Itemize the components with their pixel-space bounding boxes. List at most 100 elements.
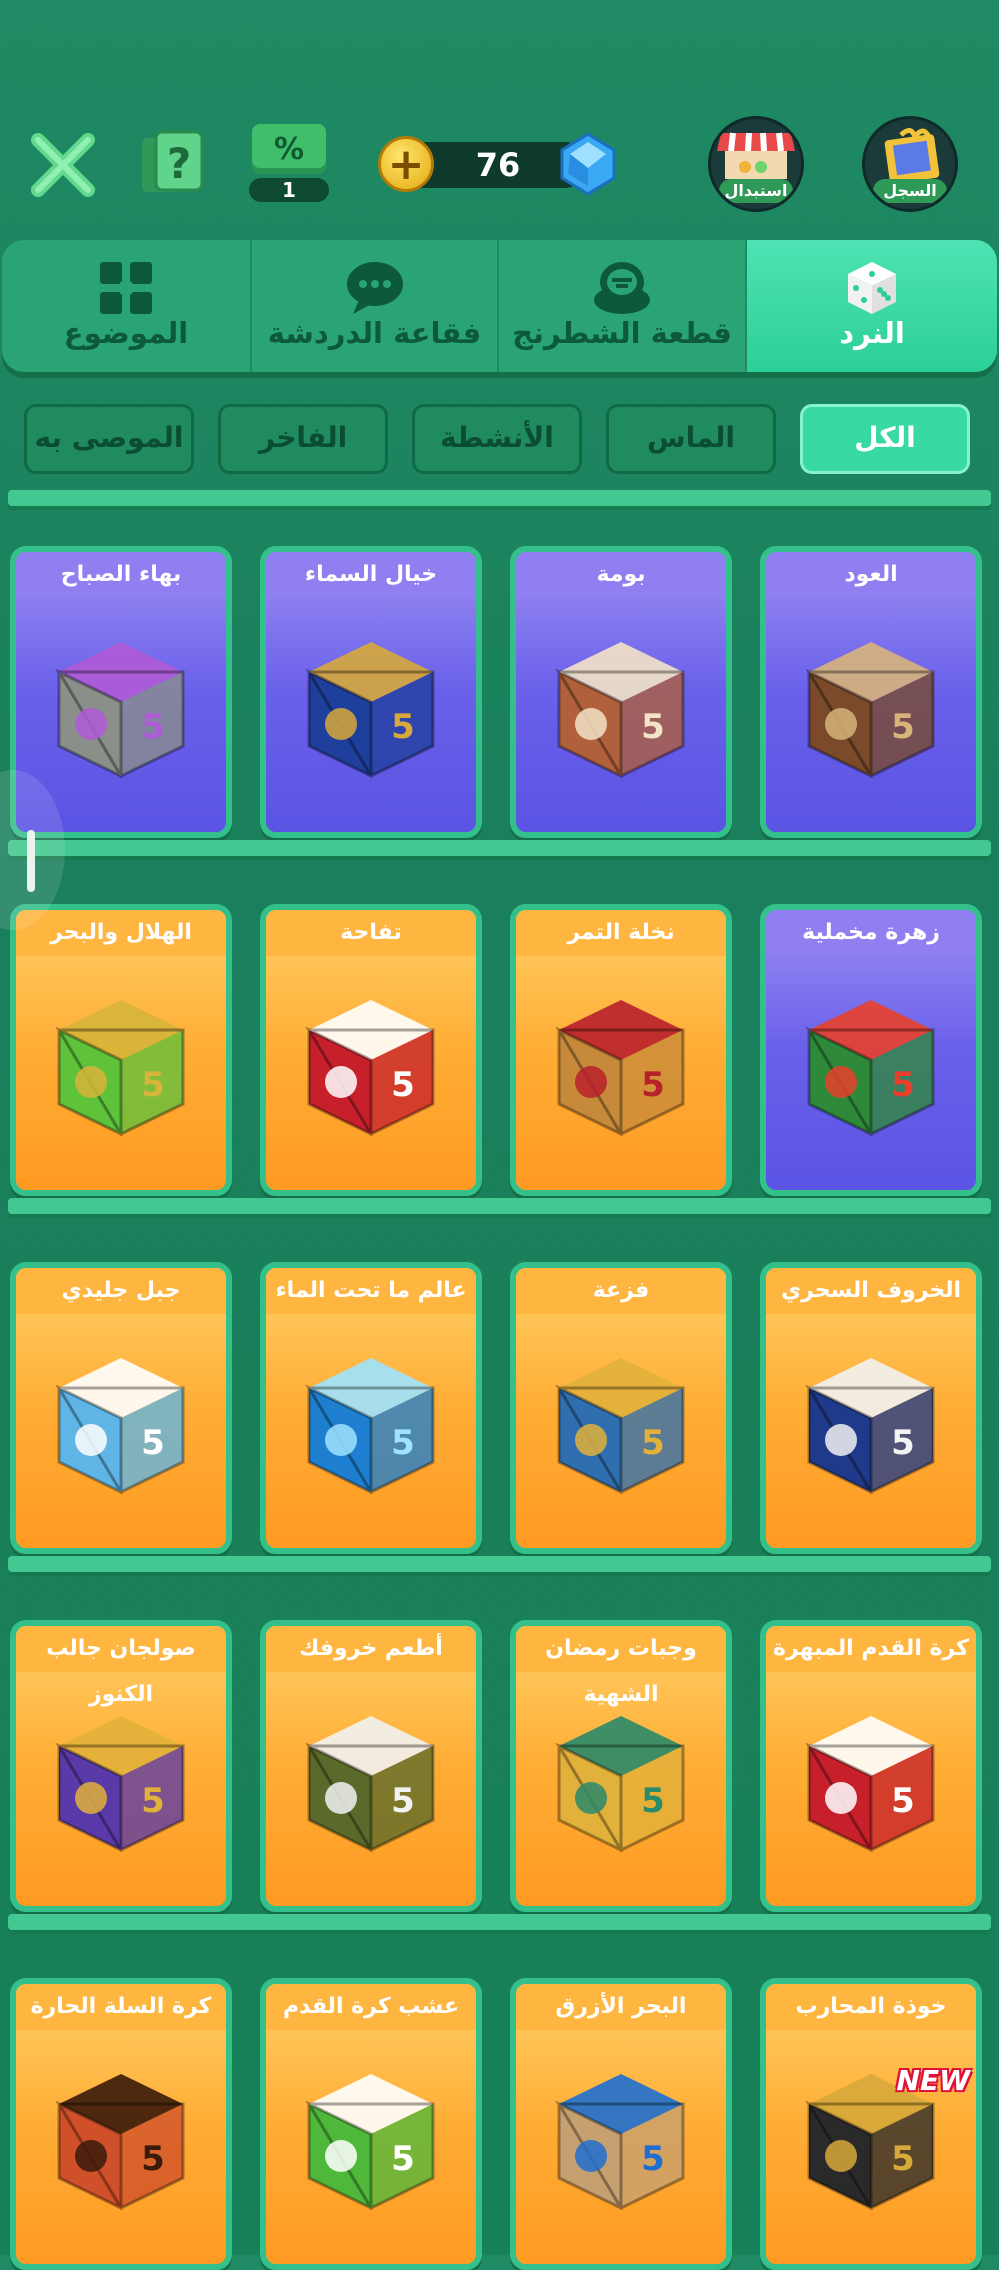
filter-all[interactable]: الكل <box>800 404 970 474</box>
svg-text:5: 5 <box>391 2139 415 2179</box>
dice-cube-icon: 5 <box>805 1716 935 1853</box>
dice-cube-icon: 5 <box>555 642 685 779</box>
filter-activities[interactable]: الأنشطة <box>412 404 582 474</box>
shelf-divider <box>8 1198 991 1214</box>
dice-card[interactable]: كرة السلة الحارة 5 <box>10 1978 232 2270</box>
dice-cube-icon: 5 <box>55 642 185 779</box>
chess-piece-icon <box>594 262 650 314</box>
dice-icon <box>848 262 896 314</box>
tab-theme[interactable]: الموضوع <box>2 240 252 372</box>
filter-luxury[interactable]: الفاخر <box>218 404 388 474</box>
dice-card-title: بهاء الصباح <box>16 552 226 598</box>
dice-cube-icon: 5 <box>305 2074 435 2211</box>
dice-card-title: الهلال والبحر <box>16 910 226 956</box>
tab-label: النرد <box>839 316 905 350</box>
tab-label: الموضوع <box>63 316 189 350</box>
dice-card[interactable]: فزعة 5 <box>510 1262 732 1554</box>
svg-text:5: 5 <box>391 1781 415 1821</box>
dice-cube-icon: 5 <box>305 642 435 779</box>
add-gems-button[interactable]: + <box>378 136 434 192</box>
dice-card-title: أطعم خروفك <box>266 1626 476 1672</box>
tab-label: قطعة الشطرنج <box>512 316 732 350</box>
svg-text:5: 5 <box>391 1423 415 1463</box>
dice-card[interactable]: تفاحة 5 <box>260 904 482 1196</box>
dice-card-title: جبل جليدي <box>16 1268 226 1314</box>
dice-card[interactable]: خيال السماء 5 <box>260 546 482 838</box>
dice-card-title: البحر الأزرق <box>516 1984 726 2030</box>
shelf-divider <box>8 1914 991 1930</box>
dice-card-title: فزعة <box>516 1268 726 1314</box>
category-tabs: الموضوع فقاعة الدردشة قطعة الشطرنج النرد <box>2 240 997 372</box>
svg-text:5: 5 <box>641 707 665 747</box>
svg-text:5: 5 <box>891 2139 915 2179</box>
dice-cube-icon: 5 <box>555 2074 685 2211</box>
coupon-count: 1 <box>249 178 329 202</box>
dice-card[interactable]: كرة القدم المبهرة 5 <box>760 1620 982 1912</box>
svg-text:5: 5 <box>641 1781 665 1821</box>
svg-text:5: 5 <box>391 707 415 747</box>
percent-ticket-icon: % <box>252 124 326 174</box>
dice-card-title: الخروف السحري <box>766 1268 976 1314</box>
tab-chat-bubble[interactable]: فقاعة الدردشة <box>252 240 499 372</box>
grid-icon <box>100 262 152 314</box>
dice-card[interactable]: عالم ما تحت الماء 5 <box>260 1262 482 1554</box>
svg-text:5: 5 <box>391 1065 415 1105</box>
dice-card[interactable]: وجبات رمضان الشهية 5 <box>510 1620 732 1912</box>
dice-card[interactable]: صولجان جالب الكنوز 5 <box>10 1620 232 1912</box>
chat-bubble-icon <box>346 262 403 314</box>
exchange-shop-button[interactable]: استبدال <box>708 116 806 214</box>
shop-label: استبدال <box>719 179 793 203</box>
dice-card[interactable]: الهلال والبحر 5 <box>10 904 232 1196</box>
filter-diamond[interactable]: الماس <box>606 404 776 474</box>
gem-balance: + 76 <box>378 132 618 196</box>
dice-card[interactable]: جبل جليدي 5 <box>10 1262 232 1554</box>
history-button[interactable]: السجل <box>862 116 960 214</box>
dice-card[interactable]: زهرة مخملية 5 <box>760 904 982 1196</box>
dice-card[interactable]: البحر الأزرق 5 <box>510 1978 732 2270</box>
dice-card[interactable]: خوذة المحارب 5 NEW <box>760 1978 982 2270</box>
shelf-divider <box>8 1556 991 1572</box>
dice-card-title: زهرة مخملية <box>766 910 976 956</box>
svg-text:5: 5 <box>641 2139 665 2179</box>
close-button[interactable] <box>28 130 98 200</box>
dice-card-title: بومة <box>516 552 726 598</box>
dice-card-title: كرة السلة الحارة <box>16 1984 226 2030</box>
dice-cube-icon: 5 <box>305 1000 435 1137</box>
top-bar: ? % 1 + 76 استبدال السجل <box>0 110 999 230</box>
filter-recommended[interactable]: الموصى به <box>24 404 194 474</box>
scrollbar[interactable] <box>27 830 35 892</box>
close-icon <box>31 133 95 197</box>
svg-text:5: 5 <box>141 2139 165 2179</box>
dice-card-title: تفاحة <box>266 910 476 956</box>
dice-card[interactable]: بومة 5 <box>510 546 732 838</box>
dice-cube-icon: 5 <box>55 2074 185 2211</box>
tab-label: فقاعة الدردشة <box>267 316 482 350</box>
dice-card-title: عالم ما تحت الماء <box>266 1268 476 1314</box>
dice-cube-icon: 5 <box>805 1000 935 1137</box>
svg-text:5: 5 <box>891 707 915 747</box>
svg-text:5: 5 <box>641 1065 665 1105</box>
help-icon: ? <box>142 130 204 192</box>
dice-cube-icon: 5 <box>305 1358 435 1495</box>
dice-card-title: صولجان جالب الكنوز <box>16 1626 226 1707</box>
dice-card[interactable]: نخلة التمر 5 <box>510 904 732 1196</box>
svg-text:5: 5 <box>141 1065 165 1105</box>
history-label: السجل <box>873 179 947 203</box>
svg-text:5: 5 <box>141 1781 165 1821</box>
dice-cube-icon: 5 <box>805 642 935 779</box>
dice-card-title: خيال السماء <box>266 552 476 598</box>
shelf-divider <box>8 840 991 856</box>
discount-coupon[interactable]: % 1 <box>249 124 329 214</box>
dice-card[interactable]: الخروف السحري 5 <box>760 1262 982 1554</box>
dice-card[interactable]: أطعم خروفك 5 <box>260 1620 482 1912</box>
help-button[interactable]: ? <box>140 130 204 200</box>
dice-cube-icon: 5 <box>555 1716 685 1853</box>
filter-bar: الموصى به الفاخر الأنشطة الماس الكل <box>0 404 999 474</box>
dice-card[interactable]: عشب كرة القدم 5 <box>260 1978 482 2270</box>
dice-cube-icon: 5 <box>55 1716 185 1853</box>
tab-dice[interactable]: النرد <box>747 240 997 372</box>
dice-card[interactable]: العود 5 <box>760 546 982 838</box>
svg-text:5: 5 <box>891 1781 915 1821</box>
svg-text:5: 5 <box>141 1423 165 1463</box>
tab-chess-piece[interactable]: قطعة الشطرنج <box>499 240 747 372</box>
